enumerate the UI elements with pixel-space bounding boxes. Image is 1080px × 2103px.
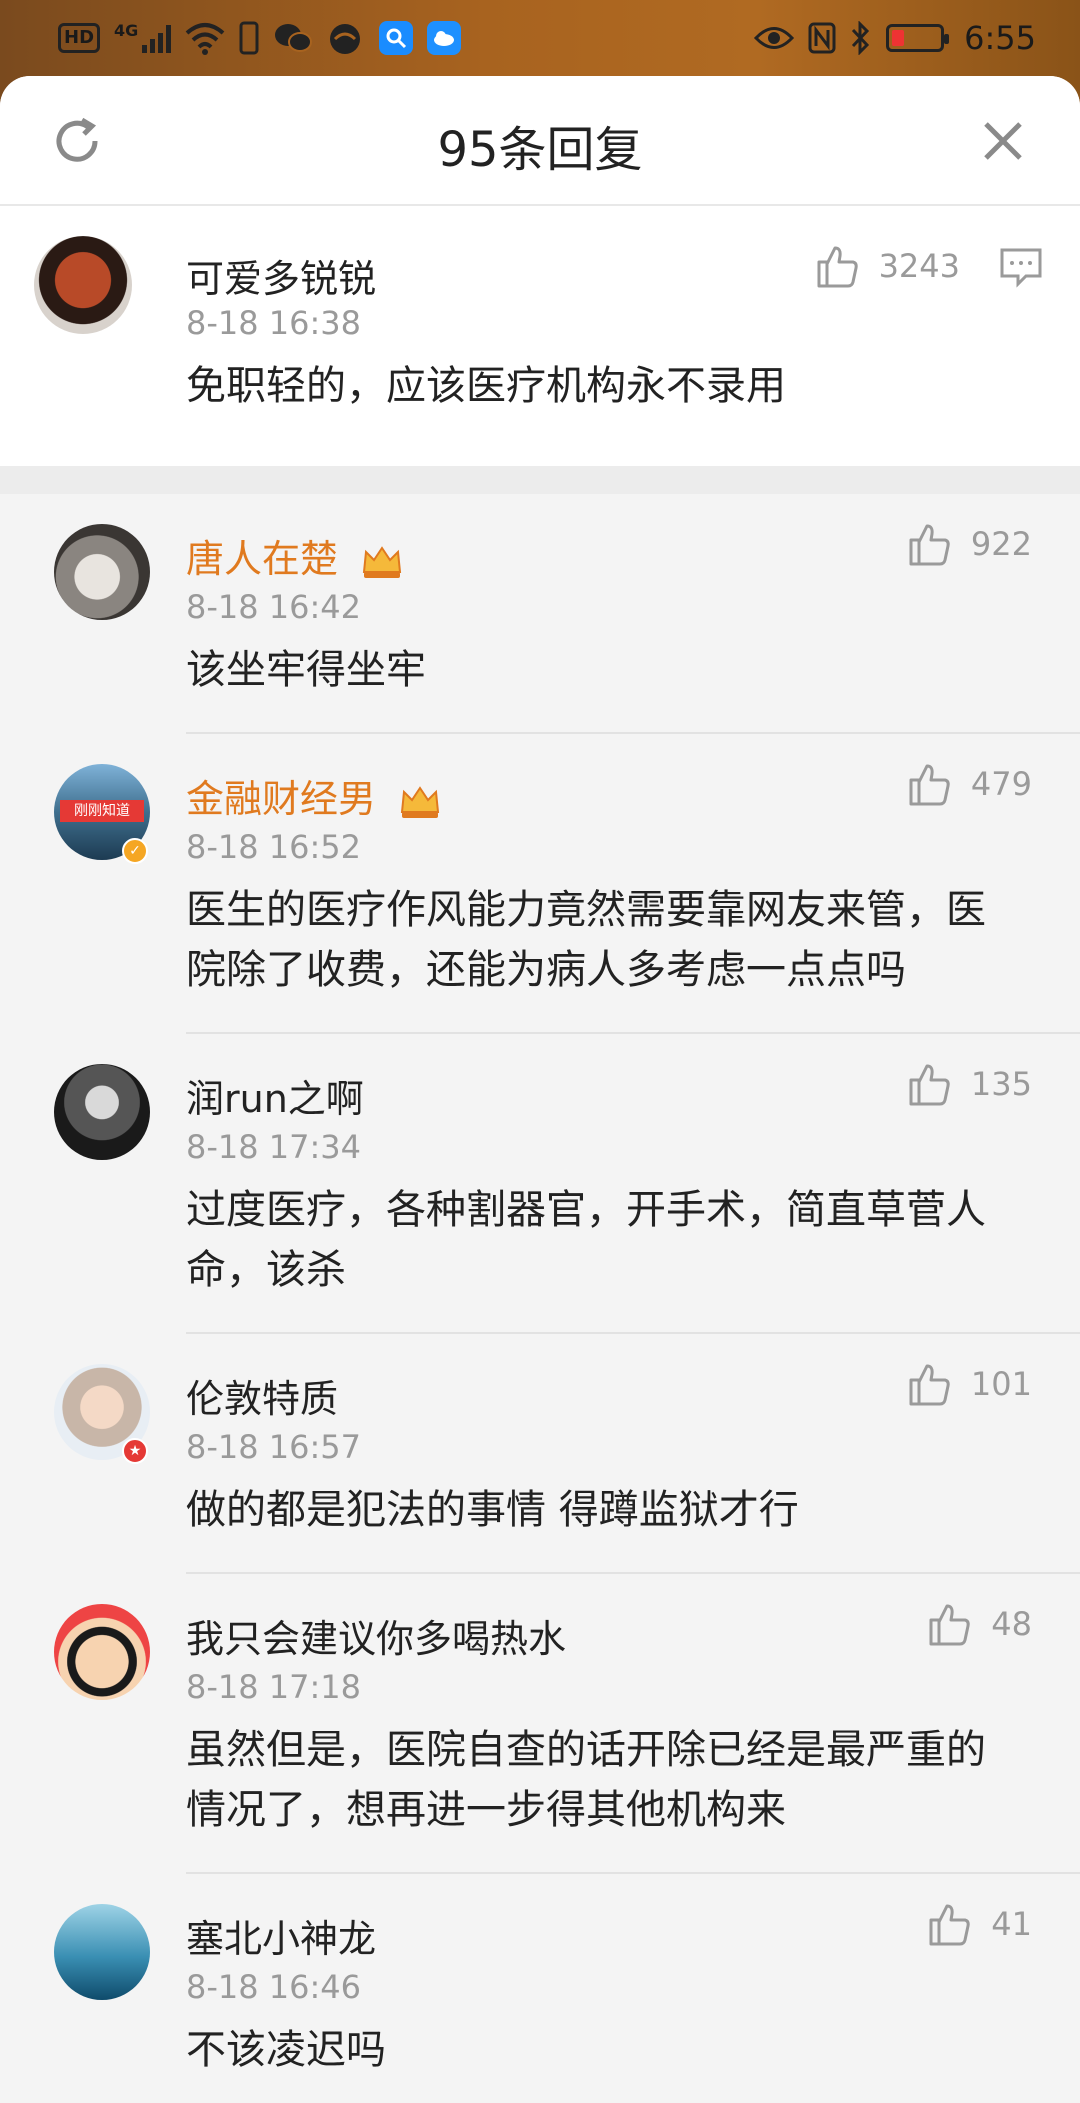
avatar[interactable] [54, 1904, 150, 2000]
weibo-icon [330, 24, 361, 54]
avatar[interactable] [34, 236, 132, 334]
like-button[interactable]: 101 [905, 1360, 1032, 1408]
replies-list: 唐人在楚 8-18 16:42 922 该坐牢得坐牢 刚刚知道 ✓ 金融财经男 … [0, 494, 1080, 2103]
commenter-name[interactable]: 可爱多锐锐 [186, 248, 376, 303]
reply-item: 我只会建议你多喝热水 8-18 17:18 48 虽然但是，医院自查的话开除已经… [0, 1574, 1080, 1874]
sheet-header: 95条回复 [0, 76, 1080, 206]
close-icon[interactable] [976, 114, 1030, 168]
weather-app-icon [427, 21, 462, 55]
battery-icon [886, 24, 950, 52]
bluetooth-icon [852, 21, 870, 55]
commenter-name[interactable]: 唐人在楚 [186, 528, 404, 583]
comment-text-line: 虽然但是，医院自查的话开除已经是最严重的 [186, 1727, 986, 1773]
comment-time: 8-18 17:18 [186, 1668, 362, 1706]
status-bar: HD 4G 6:55 [0, 0, 1080, 76]
comment-text-line: 情况了，想再进一步得其他机构来 [186, 1787, 786, 1833]
main-comment: 可爱多锐锐 8-18 16:38 3243 免职轻的，应该医疗机构永不录用 [0, 206, 1080, 466]
reply-item: 唐人在楚 8-18 16:42 922 该坐牢得坐牢 [0, 494, 1080, 734]
commenter-name[interactable]: 塞北小神龙 [186, 1908, 376, 1963]
comment-text-line: 院除了收费，还能为病人多考虑一点点吗 [186, 947, 906, 993]
commenter-name[interactable]: 我只会建议你多喝热水 [186, 1608, 566, 1663]
commenter-name[interactable]: 金融财经男 [186, 768, 442, 823]
network-type-label: 4G [114, 21, 139, 40]
reply-comment-icon[interactable] [998, 244, 1044, 290]
phone-icon [239, 21, 259, 55]
wifi-icon [185, 23, 225, 55]
comment-text-line: 命，该杀 [186, 1247, 346, 1293]
like-count: 101 [970, 1365, 1032, 1403]
like-button[interactable]: 922 [905, 520, 1032, 568]
replies-sheet: 95条回复 可爱多锐锐 8-18 16:38 3243 免职轻的，应该医疗机构永… [0, 76, 1080, 2103]
comment-time: 8-18 16:52 [186, 828, 362, 866]
commenter-name[interactable]: 润run之啊 [186, 1068, 364, 1123]
search-app-icon [379, 21, 414, 55]
avatar[interactable] [54, 1604, 150, 1700]
comment-text: 免职轻的，应该医疗机构永不录用 [186, 363, 786, 409]
like-count: 479 [970, 765, 1032, 803]
like-button[interactable]: 3243 [813, 242, 960, 290]
comment-time: 8-18 16:38 [186, 304, 362, 342]
like-button[interactable]: 135 [905, 1060, 1032, 1108]
page-title: 95条回复 [437, 122, 643, 178]
hd-icon: HD [58, 23, 101, 53]
comment-text: 该坐牢得坐牢 [186, 647, 426, 693]
comment-text: 不该凌迟吗 [186, 2027, 386, 2073]
vip-crown-icon [401, 785, 440, 818]
thumbs-up-icon [909, 1064, 950, 1106]
eye-icon [754, 27, 795, 49]
comment-time: 8-18 16:46 [186, 1968, 362, 2006]
commenter-name-text: 金融财经男 [186, 777, 377, 821]
thumbs-up-icon [909, 524, 950, 566]
avatar[interactable] [54, 524, 150, 620]
verified-badge-icon: ★ [122, 1438, 148, 1464]
avatar-caption: 刚刚知道 [60, 800, 144, 822]
commenter-name[interactable]: 伦敦特质 [186, 1368, 338, 1423]
thumbs-up-icon [817, 246, 858, 288]
commenter-name-text: 唐人在楚 [186, 537, 339, 581]
verified-badge-icon: ✓ [122, 838, 148, 864]
nfc-icon [808, 22, 836, 54]
comment-text: 做的都是犯法的事情 得蹲监狱才行 [186, 1487, 799, 1533]
like-button[interactable]: 479 [905, 760, 1032, 808]
reply-item: ★ 伦敦特质 8-18 16:57 101 做的都是犯法的事情 得蹲监狱才行 [0, 1334, 1080, 1574]
like-count: 922 [970, 525, 1032, 563]
thumbs-up-icon [929, 1904, 970, 1946]
like-count: 41 [991, 1905, 1032, 1943]
avatar[interactable] [54, 1064, 150, 1160]
wechat-icon [275, 24, 313, 52]
comment-text-line: 过度医疗，各种割器官，开手术，简直草菅人 [186, 1187, 986, 1233]
thumbs-up-icon [909, 764, 950, 806]
signal-icon: 4G [114, 21, 172, 53]
like-count: 135 [970, 1065, 1032, 1103]
comment-text-line: 医生的医疗作风能力竟然需要靠网友来管，医 [186, 887, 986, 933]
thumbs-up-icon [929, 1604, 970, 1646]
reply-item: 塞北小神龙 8-18 16:46 41 不该凌迟吗 [0, 1874, 1080, 2103]
clock: 6:55 [964, 19, 1036, 57]
comment-time: 8-18 17:34 [186, 1128, 362, 1166]
like-button[interactable]: 41 [925, 1900, 1032, 1948]
vip-crown-icon [363, 545, 402, 578]
section-divider [0, 466, 1080, 494]
comment-time: 8-18 16:42 [186, 588, 362, 626]
reply-item: 润run之啊 8-18 17:34 135 过度医疗，各种割器官，开手术，简直草… [0, 1034, 1080, 1334]
reply-item: 刚刚知道 ✓ 金融财经男 8-18 16:52 479 医生的医疗作风能力竟然需… [0, 734, 1080, 1034]
like-count: 3243 [878, 247, 960, 285]
thumbs-up-icon [909, 1364, 950, 1406]
comment-time: 8-18 16:57 [186, 1428, 362, 1466]
like-count: 48 [991, 1605, 1032, 1643]
like-button[interactable]: 48 [925, 1600, 1032, 1648]
